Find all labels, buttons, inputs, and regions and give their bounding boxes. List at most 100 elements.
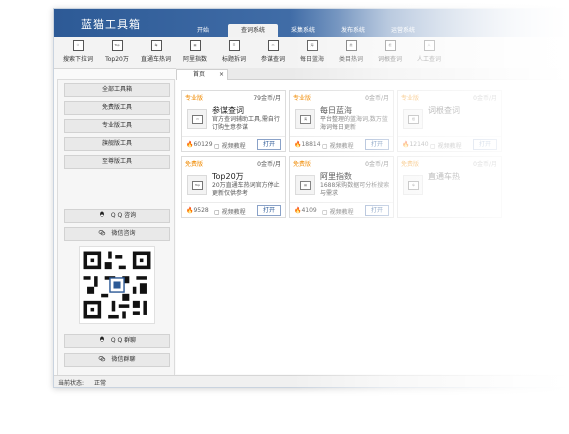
wechat-consult-button[interactable]: 微信咨询 [64,227,170,241]
price-label: 0金币/月 [365,95,389,102]
tab-keyword-system[interactable]: 查词系统 [228,24,278,37]
sidebar-item-flagship[interactable]: 旗舰版工具 [64,137,170,151]
open-button[interactable]: 打开 [257,139,281,150]
tool-card-car-hotword[interactable]: 免费版 0金币/月 车 直通车热 [397,156,502,218]
usage-count: 18814 [301,141,321,148]
car-icon: 车 [150,40,162,51]
tool-card-advisor[interactable]: 专业版 79金币/月 ▭ 参谋查词 官方查词辅助工具,需自行订购生意参谋 🔥60… [181,90,286,152]
toolbar-car-hotword-button[interactable]: 车 直通车热词 [136,39,176,67]
fire-icon: 🔥12140 [402,141,429,148]
tool-grid: 专业版 79金币/月 ▭ 参谋查词 官方查词辅助工具,需自行订购生意参谋 🔥60… [176,80,569,374]
video-tutorial-label: 视频教程 [329,209,354,216]
qq-group-button[interactable]: Q Q 群聊 [64,334,170,348]
tool-title: 参谋查词 [212,106,244,115]
toolbar-top20w-button[interactable]: Top Top20万 [97,39,137,67]
tool-icon: 根 [403,109,423,129]
card-footer: 🔥4109 ▢ 视频教程 打开 [290,202,393,218]
home-tab[interactable]: 首页 × [176,69,228,80]
tool-icon: Top [187,175,207,195]
qq-consult-label: Q Q 咨询 [110,212,137,219]
video-tutorial-label: 视频教程 [329,143,354,150]
tool-card-ali-index[interactable]: 免费版 0金币/月 ▤ 阿里指数 1688采购数据可分析搜索与需求 🔥4109 … [289,156,394,218]
edition-badge: 免费版 [293,161,312,168]
open-button[interactable]: 打开 [365,139,389,150]
fire-icon: 🔥18814 [294,141,321,148]
price-label: 79金币/月 [253,95,281,102]
open-button[interactable]: 打开 [365,205,389,216]
top-icon: Top [192,181,203,190]
status-bar: 当前状态: 正常 [54,375,569,387]
tool-description: 1688采购数据可分析搜索与需求 [320,182,390,197]
sidebar: 全部工具箱 免费版工具 专业版工具 旗舰版工具 至尊版工具 Q Q 咨询 微信咨… [57,79,175,376]
video-tutorial-link[interactable]: ▢ 视频教程 [214,141,246,150]
edition-badge: 专业版 [185,95,204,102]
tool-card-daily-sea[interactable]: 专业版 0金币/月 海 每日蓝海 平台整理的蓝海词,数万蓝海词每日更新 🔥188… [289,90,394,152]
wechat-icon [99,230,106,236]
home-tab-label: 首页 [193,71,206,78]
toolbar-label: 阿里指数 [182,56,207,63]
tool-title: 直通车热 [428,172,460,181]
video-tutorial-link[interactable]: ▢ 视频教程 [430,141,462,150]
tab-publish-system[interactable]: 发布系统 [328,24,378,37]
edition-badge: 专业版 [401,95,420,102]
qq-icon [99,336,104,342]
video-tutorial-link[interactable]: ▢ 视频教程 [322,141,354,150]
qr-code-icon [83,251,151,319]
title-bar: 蓝猫工具箱 开始 查词系统 采集系统 发布系统 运营系统 [54,9,569,37]
status-value: 正常 [94,380,107,387]
tab-collect-system[interactable]: 采集系统 [278,24,328,37]
usage-count: 60129 [193,141,213,148]
video-tutorial-link[interactable]: ▢ 视频教程 [214,207,246,216]
price-label: 0金币/月 [473,95,497,102]
card-footer: 🔥18814 ▢ 视频教程 打开 [290,136,393,152]
qq-consult-button[interactable]: Q Q 咨询 [64,209,170,223]
wechat-group-label: 微信群聊 [111,356,136,363]
fire-icon: 🔥60129 [186,141,213,148]
tab-start[interactable]: 开始 [178,24,228,37]
chart-icon: ▤ [300,181,311,190]
open-button[interactable]: 打开 [473,139,497,150]
qr-code [79,246,155,324]
close-icon[interactable]: × [219,70,224,80]
advisor-icon: ▭ [192,115,203,124]
app-title: 蓝猫工具箱 [81,18,141,31]
tab-operation-system[interactable]: 运营系统 [378,24,428,37]
video-tutorial-link[interactable]: ▢ 视频教程 [322,207,354,216]
toolbar-search-dropdown-button[interactable]: ⚇ 搜索下拉词 [58,39,98,67]
toolbar: ⚇ 搜索下拉词 Top Top20万 车 直通车热词 ▤ 阿里指数 ☰ 标题拆词… [54,37,569,69]
category-icon: 类 [345,40,357,51]
edition-badge: 专业版 [293,95,312,102]
toolbar-label: 直通车热词 [140,56,171,63]
wechat-icon [99,356,106,362]
toolbar-label: 标题拆词 [221,56,246,63]
card-footer: 🔥9528 ▢ 视频教程 打开 [182,202,285,218]
chart-icon: ▤ [189,40,201,51]
document-tab-strip: 首页 × [176,68,569,80]
open-button[interactable]: 打开 [257,205,281,216]
app-window: 蓝猫工具箱 开始 查词系统 采集系统 发布系统 运营系统 ⚇ 搜索下拉词 Top… [53,8,569,388]
usage-count: 12140 [409,141,429,148]
toolbar-label: 搜索下拉词 [62,56,93,63]
toolbar-ali-index-button[interactable]: ▤ 阿里指数 [175,39,215,67]
wechat-group-button[interactable]: 微信群聊 [64,353,170,367]
main-tabs: 开始 查词系统 采集系统 发布系统 运营系统 [178,24,428,37]
toolbar-root-button[interactable]: 根 词根查词 [370,39,410,67]
toolbar-manual-button[interactable]: 人 人工查词 [409,39,449,67]
toolbar-daily-sea-button[interactable]: 海 每日蓝海 [292,39,332,67]
tool-card-root[interactable]: 专业版 0金币/月 根 词根查词 🔥12140 ▢ 视频教程 打开 [397,90,502,152]
sidebar-item-supreme[interactable]: 至尊版工具 [64,155,170,169]
qq-group-label: Q Q 群聊 [110,337,137,344]
sidebar-item-all[interactable]: 全部工具箱 [64,83,170,97]
sidebar-item-free[interactable]: 免费版工具 [64,101,170,115]
search-dropdown-icon: ⚇ [72,40,84,51]
video-tutorial-label: 视频教程 [437,143,462,150]
toolbar-advisor-button[interactable]: ▭ 参谋查词 [253,39,293,67]
sidebar-item-pro[interactable]: 专业版工具 [64,119,170,133]
edition-badge: 免费版 [401,161,420,168]
toolbar-category-button[interactable]: 类 类目热词 [331,39,371,67]
tool-card-top20w[interactable]: 免费版 0金币/月 Top Top20万 20万直通车热词官方停止更新仅供参考 … [181,156,286,218]
price-label: 0金币/月 [257,161,281,168]
usage-count: 4109 [301,207,317,214]
toolbar-title-split-button[interactable]: ☰ 标题拆词 [214,39,254,67]
wechat-consult-label: 微信咨询 [111,230,136,237]
